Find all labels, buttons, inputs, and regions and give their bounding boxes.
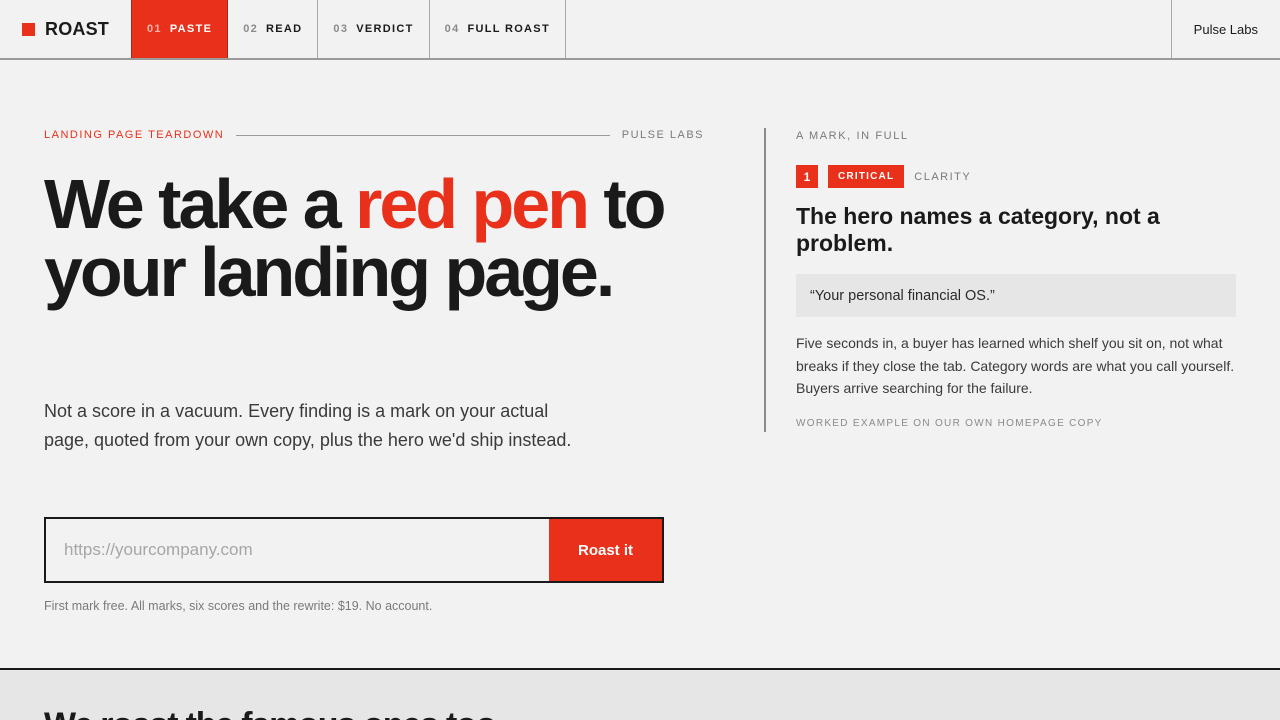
roast-it-button[interactable]: Roast it <box>549 519 662 581</box>
top-bar: ROAST 01 PASTE 02 READ 03 VERDICT 04 FUL… <box>0 0 1280 60</box>
mark-footnote: WORKED EXAMPLE ON OUR OWN HOMEPAGE COPY <box>796 418 1103 429</box>
mark-body: Five seconds in, a buyer has learned whi… <box>796 335 1235 396</box>
step-label: FULL ROAST <box>467 23 550 35</box>
mark-category: CLARITY <box>914 170 972 183</box>
top-bar-spacer <box>566 0 1171 58</box>
step-label: VERDICT <box>356 23 414 35</box>
famous-roasts-section: We roast the famous ones too <box>0 668 1280 720</box>
headline-accent: red pen <box>355 165 590 243</box>
mark-quote: “Your personal financial OS.” <box>796 274 1236 317</box>
step-paste[interactable]: 01 PASTE <box>131 0 229 58</box>
headline-lead: We take a <box>44 165 356 243</box>
hero-eyebrow-row: LANDING PAGE TEARDOWN PULSE LABS <box>44 129 704 141</box>
step-number: 02 <box>243 23 259 35</box>
step-verdict[interactable]: 03 VERDICT <box>318 0 430 58</box>
step-read[interactable]: 02 READ <box>228 0 319 58</box>
brand-square-icon <box>22 22 35 36</box>
mark-title: The hero names a category, not a problem… <box>796 203 1160 256</box>
hero-lede: Not a score in a vacuum. Every finding i… <box>44 401 572 450</box>
hero-eyebrow: LANDING PAGE TEARDOWN <box>44 129 225 141</box>
mark-number-badge: 1 <box>796 165 818 188</box>
step-full-roast[interactable]: 04 FULL ROAST <box>430 0 566 58</box>
section-title: We roast the famous ones too <box>44 706 496 720</box>
severity-badge: CRITICAL <box>828 165 905 188</box>
step-number: 01 <box>147 23 162 35</box>
hero-eyebrow-brand: PULSE LABS <box>621 129 704 141</box>
step-label: PASTE <box>169 23 213 35</box>
step-number: 04 <box>444 23 460 35</box>
pricing-fineprint: First mark free. All marks, six scores a… <box>44 599 433 613</box>
url-form: Roast it <box>44 517 664 583</box>
step-label: READ <box>266 23 303 35</box>
brand[interactable]: ROAST <box>0 0 131 58</box>
eyebrow-divider <box>236 134 610 136</box>
brand-name: ROAST <box>45 18 109 39</box>
step-number: 03 <box>333 23 349 35</box>
mark-eyebrow: A MARK, IN FULL <box>796 130 909 142</box>
column-divider <box>764 128 766 432</box>
org-name[interactable]: Pulse Labs <box>1170 0 1280 58</box>
url-input[interactable] <box>46 519 549 581</box>
hero-headline: We take a red pen to your landing page. <box>44 169 724 307</box>
mark-meta: 1 CRITICAL CLARITY <box>796 165 971 188</box>
